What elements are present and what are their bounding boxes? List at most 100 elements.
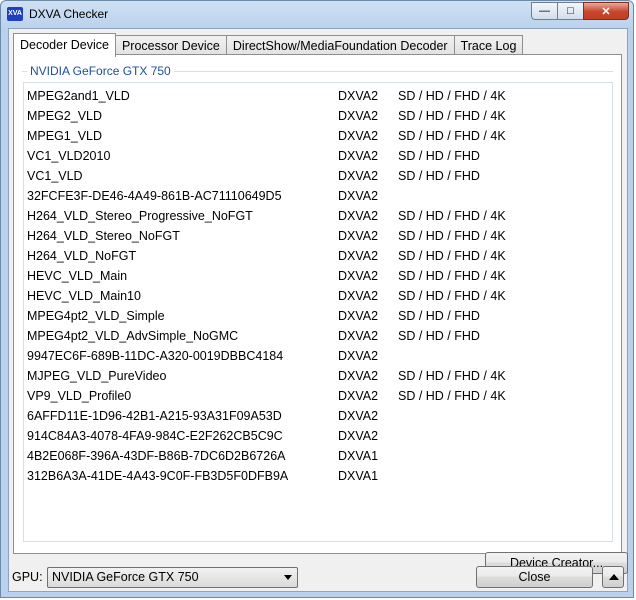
- decoder-resolutions: SD / HD / FHD / 4K: [398, 389, 506, 403]
- decoder-resolutions: SD / HD / FHD: [398, 329, 480, 343]
- minimize-button[interactable]: —: [531, 2, 558, 20]
- decoder-api: DXVA2: [338, 89, 379, 103]
- decoder-api: DXVA1: [338, 449, 379, 463]
- decoder-name: H264_VLD_NoFGT: [27, 249, 137, 263]
- decoder-name: 6AFFD11E-1D96-42B1-A215-93A31F09A53D: [27, 409, 282, 423]
- up-button[interactable]: [602, 566, 624, 588]
- decoder-resolutions: SD / HD / FHD / 4K: [398, 109, 506, 123]
- list-item[interactable]: 4B2E068F-396A-43DF-B86B-7DC6D2B6726A DXVA…: [24, 446, 612, 466]
- decoder-resolutions: SD / HD / FHD / 4K: [398, 129, 506, 143]
- decoder-api: DXVA2: [338, 209, 379, 223]
- list-item[interactable]: 914C84A3-4078-4FA9-984C-E2F262CB5C9C DXVA…: [24, 426, 612, 446]
- decoder-name: MPEG4pt2_VLD_AdvSimple_NoGMC: [27, 329, 239, 343]
- decoder-api: DXVA2: [338, 249, 379, 263]
- chevron-down-icon: [284, 575, 292, 580]
- list-item[interactable]: MPEG4pt2_VLD_AdvSimple_NoGMC DXVA2 SD / HD…: [24, 326, 612, 346]
- list-item[interactable]: HEVC_VLD_Main DXVA2 SD / HD / FHD / 4K: [24, 266, 612, 286]
- decoder-api: DXVA2: [338, 189, 379, 203]
- tab-directshow-mediafoundation-decoder[interactable]: DirectShow/MediaFoundation Decoder: [225, 35, 455, 56]
- decoder-api: DXVA2: [338, 289, 379, 303]
- list-item[interactable]: 9947EC6F-689B-11DC-A320-0019DBBC4184 DXVA…: [24, 346, 612, 366]
- main-window: XVA DXVA Checker — □ ✕ Decoder Device Pr…: [0, 0, 634, 598]
- decoder-api: DXVA2: [338, 429, 379, 443]
- decoder-api: DXVA2: [338, 329, 379, 343]
- close-button[interactable]: Close: [476, 566, 593, 588]
- decoder-name: 9947EC6F-689B-11DC-A320-0019DBBC4184: [27, 349, 284, 363]
- decoder-resolutions: SD / HD / FHD / 4K: [398, 229, 506, 243]
- decoder-name: MPEG2_VLD: [27, 109, 103, 123]
- close-window-button[interactable]: ✕: [583, 2, 629, 20]
- close-icon: ✕: [601, 5, 611, 18]
- decoder-api: DXVA2: [338, 369, 379, 383]
- maximize-button[interactable]: □: [557, 2, 584, 20]
- minimize-icon: —: [539, 5, 550, 17]
- decoder-list[interactable]: MPEG2and1_VLD DXVA2 SD / HD / FHD / 4K MPEG…: [23, 82, 613, 542]
- decoder-name: HEVC_VLD_Main: [27, 269, 128, 283]
- gpu-label: GPU:: [12, 570, 43, 584]
- list-item[interactable]: MJPEG_VLD_PureVideo DXVA2 SD / HD / FHD / …: [24, 366, 612, 386]
- decoder-api: DXVA2: [338, 309, 379, 323]
- decoder-api: DXVA2: [338, 389, 379, 403]
- list-item[interactable]: H264_VLD_NoFGT DXVA2 SD / HD / FHD / 4K: [24, 246, 612, 266]
- decoder-api: DXVA2: [338, 349, 379, 363]
- decoder-api: DXVA2: [338, 149, 379, 163]
- list-item[interactable]: VC1_VLD DXVA2 SD / HD / FHD: [24, 166, 612, 186]
- window-title: DXVA Checker: [29, 7, 109, 21]
- title-bar[interactable]: XVA DXVA Checker — □ ✕: [1, 1, 633, 27]
- gpu-selected-value: NVIDIA GeForce GTX 750: [52, 570, 199, 584]
- tab-strip: Decoder Device Processor Device DirectSh…: [13, 33, 524, 57]
- tab-trace-log[interactable]: Trace Log: [453, 35, 524, 56]
- up-arrow-icon: [609, 574, 619, 580]
- gpu-select[interactable]: NVIDIA GeForce GTX 750: [47, 567, 298, 588]
- list-item[interactable]: 312B6A3A-41DE-4A43-9C0F-FB3D5F0DFB9A DXVA…: [24, 466, 612, 486]
- decoder-api: DXVA2: [338, 409, 379, 423]
- list-item[interactable]: H264_VLD_Stereo_Progressive_NoFGT DXVA2 SD…: [24, 206, 612, 226]
- decoder-name: H264_VLD_Stereo_Progressive_NoFGT: [27, 209, 253, 223]
- decoder-resolutions: SD / HD / FHD / 4K: [398, 89, 506, 103]
- decoder-api: DXVA2: [338, 129, 379, 143]
- decoder-device-panel: NVIDIA GeForce GTX 750 MPEG2and1_VLD DXVA…: [13, 54, 628, 574]
- decoder-resolutions: SD / HD / FHD / 4K: [398, 269, 506, 283]
- decoder-name: MJPEG_VLD_PureVideo: [27, 369, 167, 383]
- list-item[interactable]: 6AFFD11E-1D96-42B1-A215-93A31F09A53D DXVA…: [24, 406, 612, 426]
- decoder-resolutions: SD / HD / FHD: [398, 309, 480, 323]
- decoder-name: VC1_VLD2010: [27, 149, 111, 163]
- list-item[interactable]: HEVC_VLD_Main10 DXVA2 SD / HD / FHD / 4K: [24, 286, 612, 306]
- decoder-name: 4B2E068F-396A-43DF-B86B-7DC6D2B6726A: [27, 449, 286, 463]
- list-item[interactable]: H264_VLD_Stereo_NoFGT DXVA2 SD / HD / FHD …: [24, 226, 612, 246]
- decoder-name: H264_VLD_Stereo_NoFGT: [27, 229, 180, 243]
- decoder-name: HEVC_VLD_Main10: [27, 289, 141, 303]
- list-item[interactable]: MPEG4pt2_VLD_Simple DXVA2 SD / HD / FHD: [24, 306, 612, 326]
- decoder-name: VC1_VLD: [27, 169, 83, 183]
- decoder-api: DXVA2: [338, 169, 379, 183]
- decoder-resolutions: SD / HD / FHD: [398, 149, 480, 163]
- list-item[interactable]: VC1_VLD2010 DXVA2 SD / HD / FHD: [24, 146, 612, 166]
- list-item[interactable]: MPEG2and1_VLD DXVA2 SD / HD / FHD / 4K: [24, 86, 612, 106]
- decoder-api: DXVA2: [338, 229, 379, 243]
- app-icon: XVA: [7, 7, 23, 21]
- decoder-api: DXVA2: [338, 109, 379, 123]
- decoder-resolutions: SD / HD / FHD / 4K: [398, 209, 506, 223]
- list-item[interactable]: MPEG2_VLD DXVA2 SD / HD / FHD / 4K: [24, 106, 612, 126]
- decoder-resolutions: SD / HD / FHD / 4K: [398, 369, 506, 383]
- decoder-name: MPEG4pt2_VLD_Simple: [27, 309, 165, 323]
- client-area: Decoder Device Processor Device DirectSh…: [8, 28, 628, 592]
- decoder-name: 32FCFE3F-DE46-4A49-861B-AC71110649D5: [27, 189, 282, 203]
- decoder-resolutions: SD / HD / FHD: [398, 169, 480, 183]
- decoder-name: VP9_VLD_Profile0: [27, 389, 132, 403]
- decoder-api: DXVA2: [338, 269, 379, 283]
- decoder-name: 312B6A3A-41DE-4A43-9C0F-FB3D5F0DFB9A: [27, 469, 289, 483]
- decoder-resolutions: SD / HD / FHD / 4K: [398, 289, 506, 303]
- decoder-name: MPEG1_VLD: [27, 129, 103, 143]
- decoder-api: DXVA1: [338, 469, 379, 483]
- list-item[interactable]: 32FCFE3F-DE46-4A49-861B-AC71110649D5 DXVA…: [24, 186, 612, 206]
- tab-decoder-device[interactable]: Decoder Device: [13, 33, 116, 57]
- decoder-name: 914C84A3-4078-4FA9-984C-E2F262CB5C9C: [27, 429, 283, 443]
- list-item[interactable]: VP9_VLD_Profile0 DXVA2 SD / HD / FHD / 4K: [24, 386, 612, 406]
- decoder-name: MPEG2and1_VLD: [27, 89, 130, 103]
- maximize-icon: □: [567, 5, 574, 17]
- decoder-resolutions: SD / HD / FHD / 4K: [398, 249, 506, 263]
- group-title: NVIDIA GeForce GTX 750: [27, 64, 174, 78]
- tab-processor-device[interactable]: Processor Device: [114, 35, 227, 56]
- list-item[interactable]: MPEG1_VLD DXVA2 SD / HD / FHD / 4K: [24, 126, 612, 146]
